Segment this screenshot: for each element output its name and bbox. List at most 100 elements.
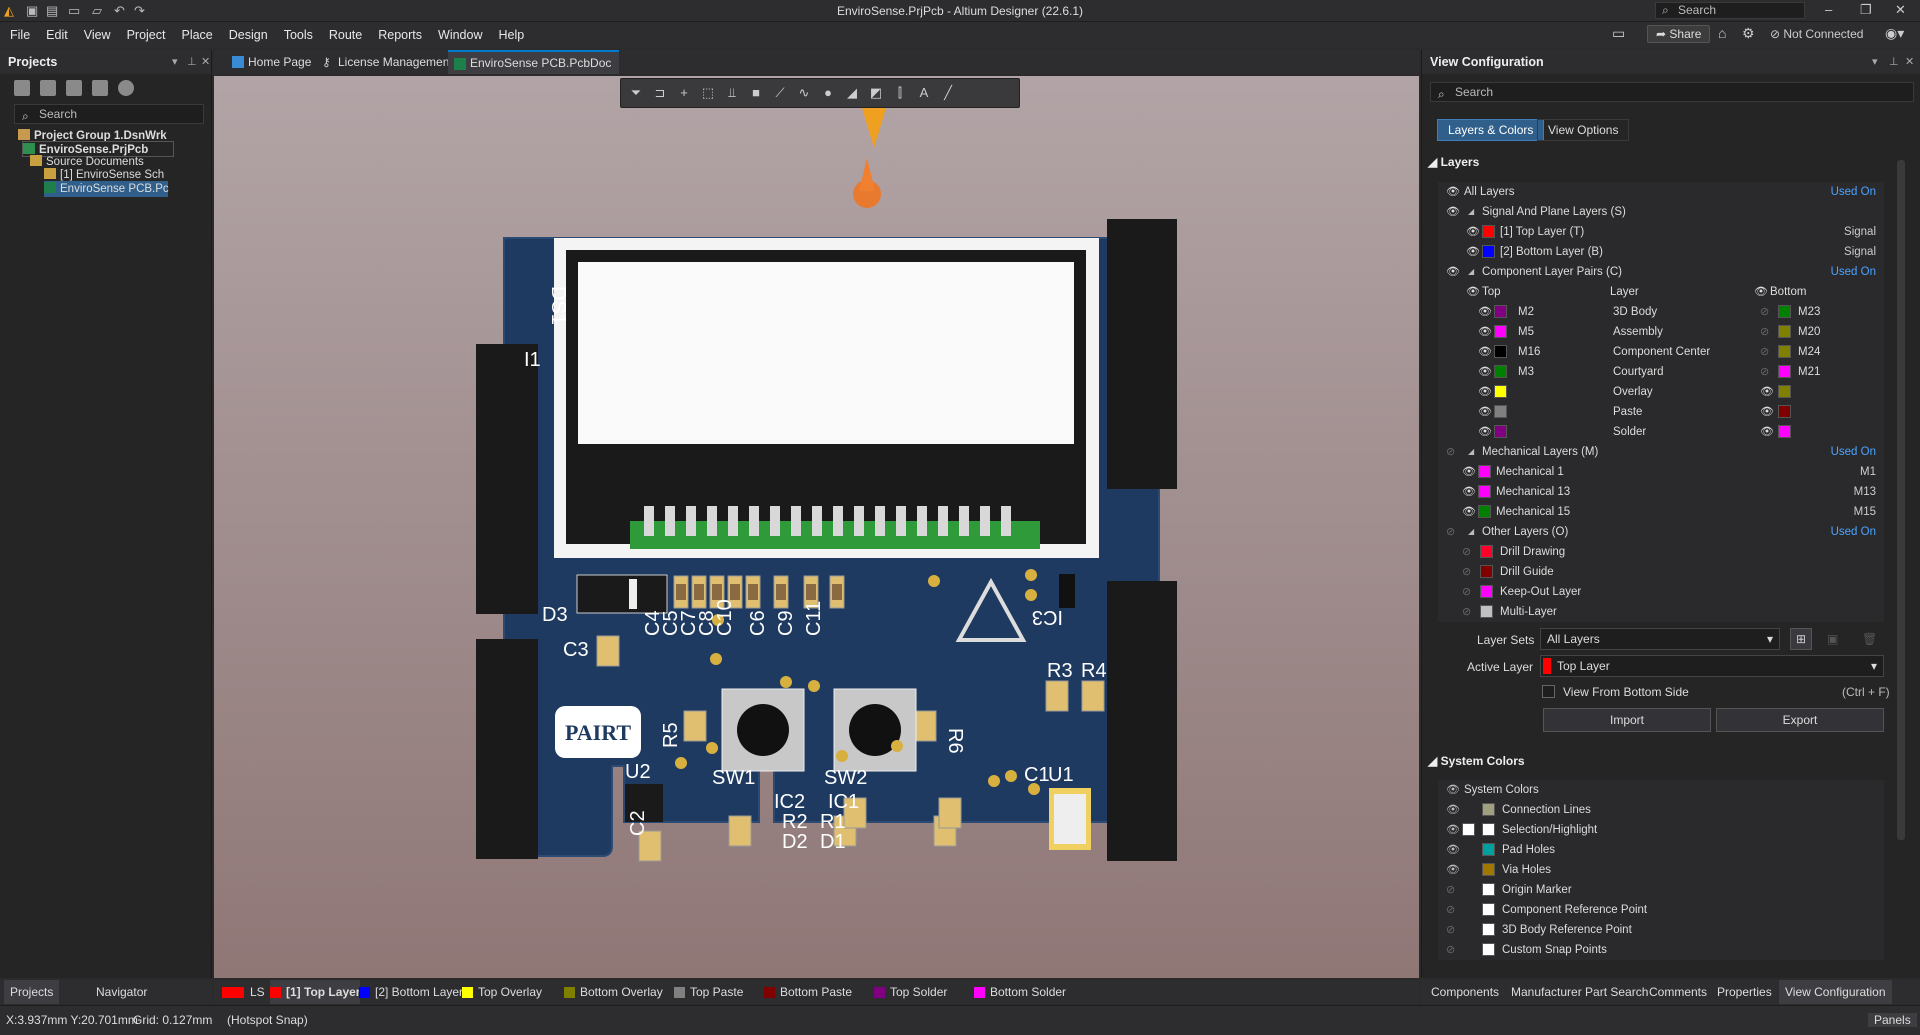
color-swatch[interactable]: [1482, 863, 1495, 876]
eye-icon[interactable]: 👁: [1466, 242, 1480, 262]
via-icon[interactable]: ●: [821, 86, 835, 100]
eye-off-icon[interactable]: ⊘: [1446, 522, 1455, 542]
pcb-canvas[interactable]: PAIRT DS1 I1 D3 C3 C4 C5 C7 C8 C10 C6 C9 C11 IC3 R3 R4…: [214, 76, 1419, 978]
color-swatch[interactable]: [1494, 385, 1507, 398]
snap-icon[interactable]: ⊐: [653, 86, 667, 100]
eye-icon[interactable]: 👁: [1462, 482, 1476, 502]
layer-row[interactable]: 👁 Mechanical 13 M13: [1438, 482, 1884, 502]
cross-icon[interactable]: +: [677, 86, 691, 100]
save-project-icon[interactable]: [14, 80, 30, 96]
save-layer-set-icon[interactable]: ▣: [1827, 632, 1838, 646]
tab-projects[interactable]: Projects: [4, 980, 60, 1004]
eye-icon[interactable]: 👁: [1446, 780, 1460, 800]
layer-tab[interactable]: Top Paste: [674, 980, 743, 1004]
collapse-icon[interactable]: ◢: [1468, 442, 1474, 462]
used-on-link[interactable]: Used On: [1831, 262, 1876, 282]
eye-icon[interactable]: 👁: [1462, 502, 1476, 522]
component-pair-row[interactable]: 👁 Solder 👁: [1438, 422, 1884, 442]
layer-row[interactable]: 👁 [2] Bottom Layer (B) Signal: [1438, 242, 1884, 262]
color-swatch[interactable]: [1478, 465, 1491, 478]
eye-icon[interactable]: 👁: [1478, 362, 1492, 382]
all-layers-row[interactable]: 👁 All Layers Used On: [1438, 182, 1884, 202]
layer-tab[interactable]: [2] Bottom Layer: [359, 980, 463, 1004]
close-panel-icon[interactable]: ✕: [1905, 55, 1914, 68]
menu-file[interactable]: File: [2, 22, 38, 48]
color-swatch[interactable]: [1494, 405, 1507, 418]
layer-row[interactable]: 👁 Mechanical 15 M15: [1438, 502, 1884, 522]
export-button[interactable]: Export: [1716, 708, 1884, 732]
minimize-button[interactable]: –: [1825, 2, 1832, 17]
layer-row[interactable]: ⊘ Drill Drawing: [1438, 542, 1884, 562]
eye-icon[interactable]: 👁: [1446, 202, 1460, 222]
layers-section-header[interactable]: ◢ Layers: [1428, 155, 1479, 169]
eye-off-icon[interactable]: ⊘: [1446, 940, 1455, 960]
close-panel-icon[interactable]: ✕: [201, 55, 210, 68]
menu-design[interactable]: Design: [221, 22, 276, 48]
color-swatch[interactable]: [1494, 345, 1507, 358]
tab-view-options[interactable]: View Options: [1537, 119, 1630, 141]
layer-tab[interactable]: Bottom Paste: [764, 980, 852, 1004]
component-pair-row[interactable]: 👁 M2 3D Body ⊘ M23: [1438, 302, 1884, 322]
connection-status[interactable]: ⊘ Not Connected: [1770, 27, 1863, 41]
maximize-button[interactable]: ❐: [1860, 2, 1872, 18]
open-folder-icon[interactable]: [66, 80, 82, 96]
panels-button[interactable]: Panels: [1868, 1013, 1917, 1027]
keepout-icon[interactable]: ◩: [869, 86, 883, 100]
close-window-button[interactable]: ✕: [1895, 2, 1906, 18]
system-colors-title-row[interactable]: 👁 System Colors: [1438, 780, 1884, 800]
component-pairs-group[interactable]: 👁 ◢ Component Layer Pairs (C) Used On: [1438, 262, 1884, 282]
eye-off-icon[interactable]: ⊘: [1760, 322, 1769, 342]
layer-row[interactable]: ⊘ Multi-Layer: [1438, 602, 1884, 622]
pin-icon[interactable]: ⊥: [187, 55, 197, 68]
eye-off-icon[interactable]: ⊘: [1760, 302, 1769, 322]
eye-off-icon[interactable]: ⊘: [1446, 442, 1455, 462]
eye-off-icon[interactable]: ⊘: [1462, 582, 1471, 602]
menu-route[interactable]: Route: [321, 22, 370, 48]
share-button[interactable]: ➦ Share: [1647, 25, 1711, 43]
eye-icon[interactable]: 👁: [1478, 342, 1492, 362]
eye-icon[interactable]: 👁: [1478, 402, 1492, 422]
eye-icon[interactable]: 👁: [1478, 302, 1492, 322]
import-button[interactable]: Import: [1543, 708, 1711, 732]
system-color-row[interactable]: 👁 Selection/Highlight: [1438, 820, 1884, 840]
route-icon[interactable]: ⟋: [773, 86, 787, 100]
color-swatch[interactable]: [1482, 823, 1495, 836]
menu-project[interactable]: Project: [119, 22, 174, 48]
projects-search-input[interactable]: ⌕ Search: [14, 104, 204, 124]
eye-icon[interactable]: 👁: [1446, 182, 1460, 202]
color-swatch[interactable]: [1480, 545, 1493, 558]
system-color-row[interactable]: 👁 Connection Lines: [1438, 800, 1884, 820]
color-swatch[interactable]: [1478, 505, 1491, 518]
component-pair-row[interactable]: 👁 M5 Assembly ⊘ M20: [1438, 322, 1884, 342]
folder-options-icon[interactable]: [92, 80, 108, 96]
system-color-row[interactable]: ⊘ Custom Snap Points: [1438, 940, 1884, 960]
eye-off-icon[interactable]: ⊘: [1760, 342, 1769, 362]
menu-tools[interactable]: Tools: [276, 22, 321, 48]
layer-row[interactable]: ⊘ Keep-Out Layer: [1438, 582, 1884, 602]
eye-icon[interactable]: 👁: [1466, 222, 1480, 242]
eye-off-icon[interactable]: ⊘: [1462, 602, 1471, 622]
color-swatch[interactable]: [1778, 405, 1791, 418]
component-pair-row[interactable]: 👁 M16 Component Center ⊘ M24: [1438, 342, 1884, 362]
eye-icon[interactable]: 👁: [1754, 282, 1768, 302]
color-swatch[interactable]: [1482, 923, 1495, 936]
color-swatch[interactable]: [1494, 365, 1507, 378]
eye-icon[interactable]: 👁: [1478, 322, 1492, 342]
tab-home-page[interactable]: Home Page: [226, 50, 319, 74]
tab-navigator[interactable]: Navigator: [90, 980, 153, 1004]
system-color-row[interactable]: ⊘ 3D Body Reference Point: [1438, 920, 1884, 940]
color-swatch[interactable]: [1462, 823, 1475, 836]
system-colors-section-header[interactable]: ◢ System Colors: [1428, 754, 1525, 768]
system-color-row[interactable]: 👁 Pad Holes: [1438, 840, 1884, 860]
select-rect-icon[interactable]: ⬚: [701, 86, 715, 100]
eye-off-icon[interactable]: ⊘: [1462, 562, 1471, 582]
eye-icon[interactable]: 👁: [1446, 262, 1460, 282]
layer-tab[interactable]: Top Overlay: [462, 980, 542, 1004]
global-search-input[interactable]: ⌕ Search: [1655, 2, 1805, 19]
layer-tab[interactable]: LS: [222, 980, 265, 1004]
color-swatch[interactable]: [1482, 843, 1495, 856]
gear-icon[interactable]: ⚙: [1742, 25, 1755, 42]
collapse-icon[interactable]: ◢: [1468, 202, 1474, 222]
panel-menu-icon[interactable]: ▾: [1872, 55, 1878, 68]
menu-view[interactable]: View: [76, 22, 119, 48]
